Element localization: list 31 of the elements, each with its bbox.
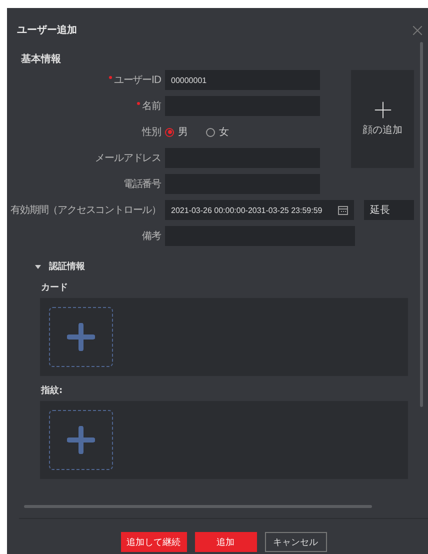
primary-button[interactable]: 追加 (194, 532, 256, 552)
text-field[interactable]: 00000001 (165, 70, 320, 90)
radio-option[interactable]: 女 (206, 125, 229, 139)
primary-button[interactable]: 追加して継続 (120, 532, 186, 552)
horizontal-scrollbar[interactable] (24, 505, 372, 508)
field-label: 名前 (9, 99, 161, 113)
group-title: 指紋: (41, 384, 64, 397)
calendar-icon (338, 206, 348, 214)
add-face-button[interactable]: 顔の追加 (351, 70, 414, 168)
field-label: メールアドレス (94, 152, 161, 165)
cancel-button[interactable]: キャンセル (264, 532, 326, 552)
field-label: 有効期間（アクセスコントロール） (10, 204, 161, 217)
radio-option[interactable]: 男 (165, 125, 188, 139)
field-label: 備考 (141, 230, 161, 243)
vertical-scrollbar[interactable] (420, 42, 423, 407)
plus-icon (374, 101, 392, 119)
expand-icon[interactable] (35, 264, 41, 268)
section-heading: 認証情報 (49, 260, 85, 273)
add-button[interactable] (49, 410, 113, 470)
field-label: ユーザーID (9, 73, 161, 87)
group-title: カード (41, 282, 69, 294)
section-heading: 基本情報 (21, 52, 62, 66)
field-label: 電話番号 (122, 178, 161, 191)
add-button[interactable] (49, 307, 113, 367)
close-icon[interactable] (413, 26, 422, 34)
plus-icon (67, 426, 95, 454)
window-title: ユーザー追加 (17, 24, 77, 37)
field-label: 性別 (140, 126, 161, 139)
plus-icon (67, 323, 95, 351)
extend-button[interactable]: 延長 (364, 200, 414, 220)
date-range-field[interactable]: 2021-03-26 00:00:00-2031-03-25 23:59:59 (165, 200, 354, 220)
